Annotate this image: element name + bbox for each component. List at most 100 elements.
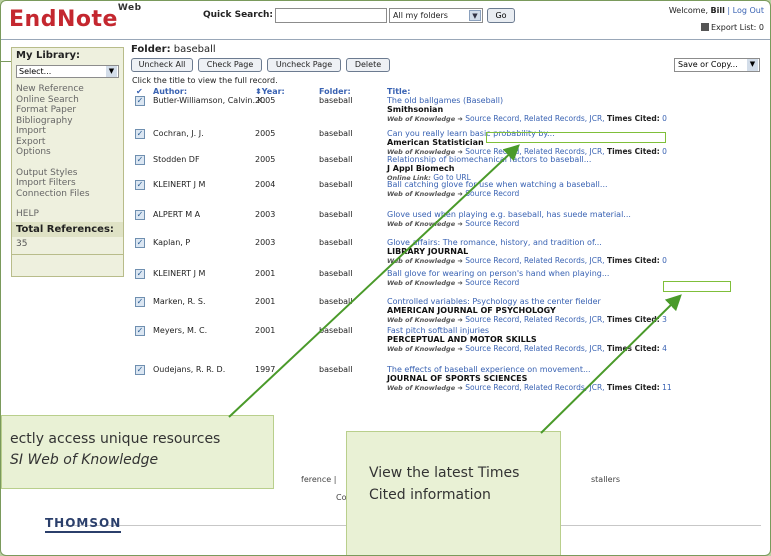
row-checkbox[interactable]: ✓ (135, 210, 145, 220)
record-title-link[interactable]: Ball catching glove for use when watchin… (387, 180, 767, 189)
record-resource-line: Web of Knowledge ➜ Source Record, Relate… (387, 383, 767, 393)
sidebar-item-help[interactable]: HELP (16, 209, 119, 220)
resource-links[interactable]: Source Record, Related Records, JCR, (465, 315, 604, 324)
sidebar-item-online-search[interactable]: Online Search (16, 95, 119, 106)
record-year: 2003 (255, 210, 276, 219)
go-button[interactable]: Go (487, 8, 515, 23)
sidebar-item-new-reference[interactable]: New Reference (16, 84, 119, 95)
sidebar-links: New Reference Online Search Format Paper… (12, 84, 123, 220)
times-cited-label: Times Cited: (606, 315, 660, 324)
check-page-button[interactable]: Check Page (198, 58, 262, 72)
times-cited-label: Times Cited: (606, 114, 660, 123)
times-cited-count[interactable]: 3 (662, 315, 667, 324)
callout-leader-line (1, 61, 11, 62)
record-title-link[interactable]: Relationship of biomechanical factors to… (387, 155, 767, 164)
folder-scope-value: All my folders (393, 11, 448, 20)
row-checkbox[interactable]: ✓ (135, 155, 145, 165)
wok-label: Web of Knowledge ➜ (387, 257, 463, 265)
library-select[interactable]: Select... ▼ (16, 65, 119, 78)
record-resource-line: Web of Knowledge ➜ Source Record, Relate… (387, 114, 767, 124)
export-list[interactable]: Export List: 0 (700, 23, 764, 32)
resource-links[interactable]: Source Record (465, 219, 519, 228)
record-year: 1997 (255, 365, 276, 374)
row-checkbox[interactable]: ✓ (135, 365, 145, 375)
times-cited-count[interactable]: 11 (662, 383, 672, 392)
record-folder: baseball (319, 326, 353, 335)
record-author: Cochran, J. J. (153, 129, 204, 138)
delete-button[interactable]: Delete (346, 58, 390, 72)
times-cited-label: Times Cited: (606, 383, 660, 392)
total-references-label: Total References: (12, 221, 123, 237)
record-author: Meyers, M. C. (153, 326, 208, 335)
record-title-link[interactable]: Controlled variables: Psychology as the … (387, 297, 767, 306)
uncheck-page-button[interactable]: Uncheck Page (267, 58, 341, 72)
row-checkbox[interactable]: ✓ (135, 297, 145, 307)
times-cited-count[interactable]: 0 (662, 114, 667, 123)
row-checkbox[interactable]: ✓ (135, 269, 145, 279)
sidebar-item-bibliography[interactable]: Bibliography (16, 116, 119, 127)
row-checkbox[interactable]: ✓ (135, 326, 145, 336)
record-title-cell: Controlled variables: Psychology as the … (387, 297, 767, 325)
resource-links[interactable]: Source Record (465, 189, 519, 198)
wok-label: Web of Knowledge ➜ (387, 316, 463, 324)
record-title-cell: Glove affairs: The romance, history, and… (387, 238, 767, 266)
times-cited-label: Times Cited: (606, 256, 660, 265)
col-header-year[interactable]: ⬍Year: (255, 87, 285, 96)
welcome-text: Welcome, Bill | Log Out (668, 6, 764, 15)
thomson-logo: THOMSON (45, 516, 122, 530)
row-checkbox[interactable]: ✓ (135, 129, 145, 139)
record-journal: J Appl Biomech (387, 164, 455, 173)
instruction-text: Click the title to view the full record. (132, 76, 278, 85)
sidebar-item-export[interactable]: Export (16, 137, 119, 148)
uncheck-all-button[interactable]: Uncheck All (131, 58, 193, 72)
record-year: 2004 (255, 180, 276, 189)
callout-web-of-knowledge: ectly access unique resources SI Web of … (1, 415, 274, 489)
endnote-web-page: EndNoteWeb Quick Search: All my folders ▼… (0, 0, 771, 556)
record-year: 2001 (255, 269, 276, 278)
quick-search-input[interactable] (275, 8, 387, 23)
record-title-link[interactable]: Glove used when playing e.g. baseball, h… (387, 210, 767, 219)
record-folder: baseball (319, 96, 353, 105)
folder-scope-select[interactable]: All my folders ▼ (389, 8, 483, 23)
record-title-link[interactable]: Fast pitch softball injuries (387, 326, 767, 335)
logout-link[interactable]: Log Out (733, 6, 764, 15)
record-journal: AMERICAN JOURNAL OF PSYCHOLOGY (387, 306, 556, 315)
row-checkbox[interactable]: ✓ (135, 238, 145, 248)
resource-links[interactable]: Source Record, Related Records, JCR, (465, 256, 604, 265)
resource-links[interactable]: Source Record, Related Records, JCR, (465, 114, 604, 123)
record-title-link[interactable]: Glove affairs: The romance, history, and… (387, 238, 767, 247)
row-checkbox[interactable]: ✓ (135, 96, 145, 106)
sidebar-item-import[interactable]: Import (16, 126, 119, 137)
callout-times-cited: View the latest Times Cited information (346, 431, 561, 555)
col-header-folder[interactable]: Folder: (319, 87, 351, 96)
record-year: 2001 (255, 297, 276, 306)
resource-links[interactable]: Source Record, Related Records, JCR, (465, 344, 604, 353)
record-author: ALPERT M A (153, 210, 201, 219)
col-header-author[interactable]: Author: (153, 87, 187, 96)
footer-link-fragment[interactable]: stallers (591, 475, 620, 484)
sidebar-item-import-filters[interactable]: Import Filters (16, 178, 119, 189)
record-title-link[interactable]: The old ballgames (Baseball) (387, 96, 767, 105)
record-title-link[interactable]: The effects of baseball experience on mo… (387, 365, 767, 374)
chevron-down-icon: ▼ (469, 10, 481, 21)
sidebar-item-format-paper[interactable]: Format Paper (16, 105, 119, 116)
source-links-highlight (486, 132, 666, 143)
col-header-title[interactable]: Title: (387, 87, 410, 96)
wok-label: Web of Knowledge ➜ (387, 115, 463, 123)
row-checkbox[interactable]: ✓ (135, 180, 145, 190)
save-or-copy-select[interactable]: Save or Copy... ▼ (674, 58, 760, 72)
record-title-cell: Ball catching glove for use when watchin… (387, 180, 767, 199)
wok-label: Web of Knowledge ➜ (387, 220, 463, 228)
times-cited-label: Times Cited: (606, 344, 660, 353)
record-title-link[interactable]: Ball glove for wearing on person's hand … (387, 269, 767, 278)
footer-link-fragment[interactable]: ference | (301, 475, 336, 484)
record-title-cell: Fast pitch softball injuries PERCEPTUAL A… (387, 326, 767, 354)
times-cited-count[interactable]: 0 (662, 256, 667, 265)
sidebar-item-connection-files[interactable]: Connection Files (16, 189, 119, 200)
sidebar-item-output-styles[interactable]: Output Styles (16, 168, 119, 179)
resource-links[interactable]: Source Record (465, 278, 519, 287)
times-cited-count[interactable]: 4 (662, 344, 667, 353)
sidebar-item-options[interactable]: Options (16, 147, 119, 158)
resource-links[interactable]: Source Record, Related Records, JCR, (465, 383, 604, 392)
endnote-logo[interactable]: EndNoteWeb (9, 3, 142, 32)
